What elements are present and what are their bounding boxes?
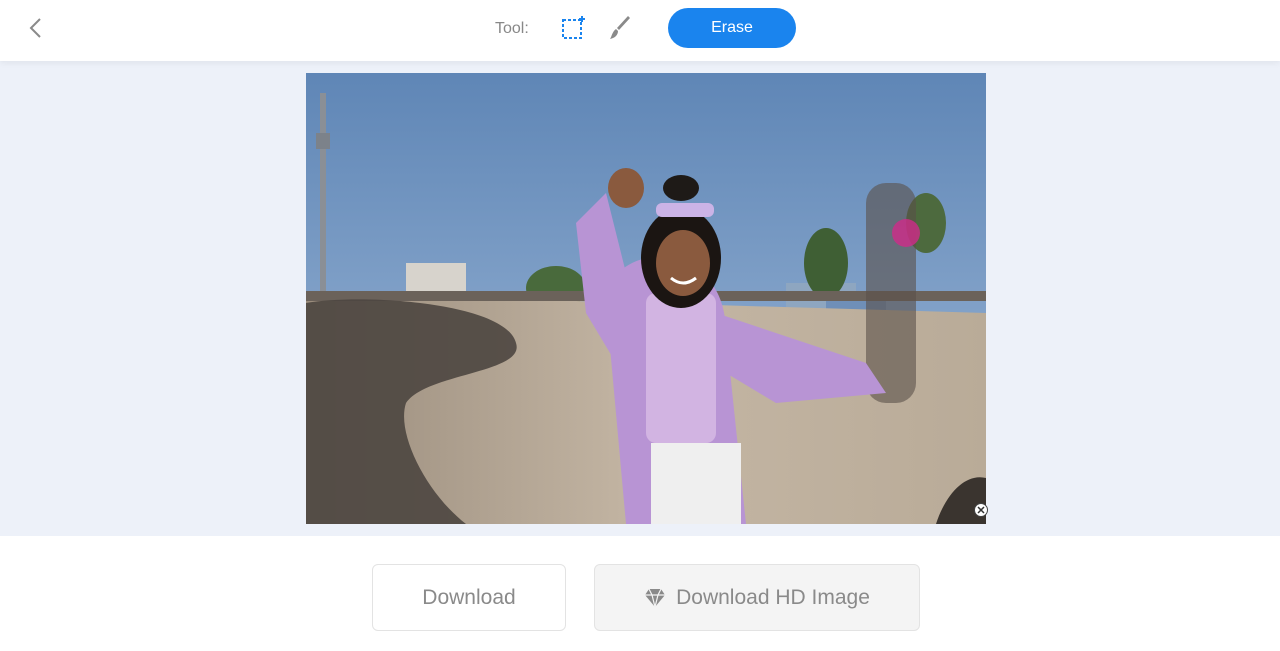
brush-tool[interactable] [608,15,632,41]
close-circle-icon [977,506,985,514]
rectangle-select-icon [562,16,585,39]
remove-button[interactable] [974,503,988,517]
tool-label: Tool: [495,20,529,37]
chevron-left-icon [29,18,41,38]
canvas-area [0,61,1280,536]
photo-image [306,73,986,524]
download-hd-label: Download HD Image [676,585,870,609]
brush-icon [610,16,630,39]
download-button[interactable]: Download [372,564,566,631]
erase-button[interactable]: Erase [668,8,796,48]
download-hd-button[interactable]: Download HD Image [594,564,920,631]
rectangle-select-tool[interactable] [561,16,585,40]
back-button[interactable] [22,14,48,42]
diamond-icon [645,588,666,607]
photo-canvas[interactable] [306,73,986,524]
top-toolbar: Tool: Erase [0,0,1280,61]
bottom-actions: Download Download HD Image [0,536,1280,651]
